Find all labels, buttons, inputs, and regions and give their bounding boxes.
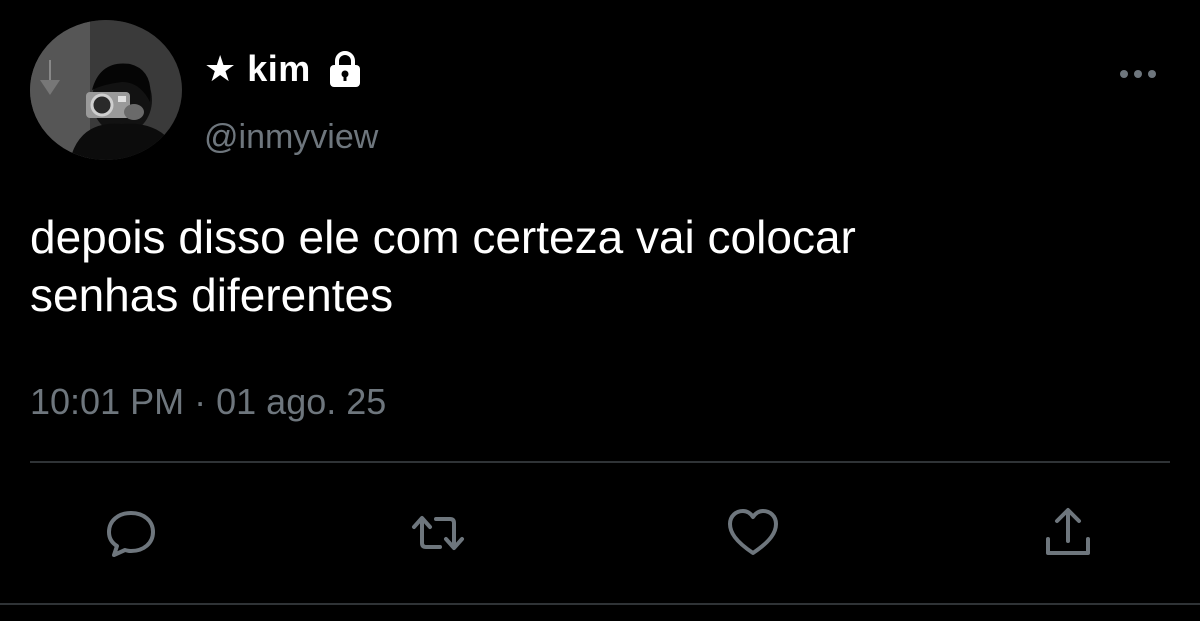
lock-icon — [329, 51, 360, 87]
bottom-divider — [0, 603, 1200, 605]
reply-icon — [107, 511, 155, 557]
retweet-button[interactable] — [410, 505, 466, 561]
retweet-icon — [412, 516, 464, 550]
user-handle[interactable]: @inmyview — [204, 118, 378, 157]
tweet-card: ★ kim @inmyview depois disso ele com cer… — [0, 0, 1200, 621]
share-icon — [1046, 508, 1090, 555]
avatar[interactable] — [30, 20, 182, 160]
share-button[interactable] — [1040, 505, 1096, 561]
tweet-date: 01 ago. 25 — [216, 381, 387, 422]
like-button[interactable] — [725, 505, 781, 561]
divider — [30, 461, 1170, 463]
heart-icon — [728, 509, 778, 555]
tweet-timestamp[interactable]: 10:01 PM · 01 ago. 25 — [30, 381, 386, 423]
tweet-text: depois disso ele com certeza vai colocar… — [30, 211, 856, 321]
meta-separator: · — [194, 381, 207, 422]
display-name-row: ★ kim — [204, 44, 365, 94]
display-name[interactable]: ★ kim — [204, 48, 311, 90]
more-options-icon[interactable] — [1112, 60, 1164, 88]
avatar-photo — [30, 20, 182, 160]
tweet-time: 10:01 PM — [30, 381, 185, 422]
reply-button[interactable] — [103, 505, 159, 561]
